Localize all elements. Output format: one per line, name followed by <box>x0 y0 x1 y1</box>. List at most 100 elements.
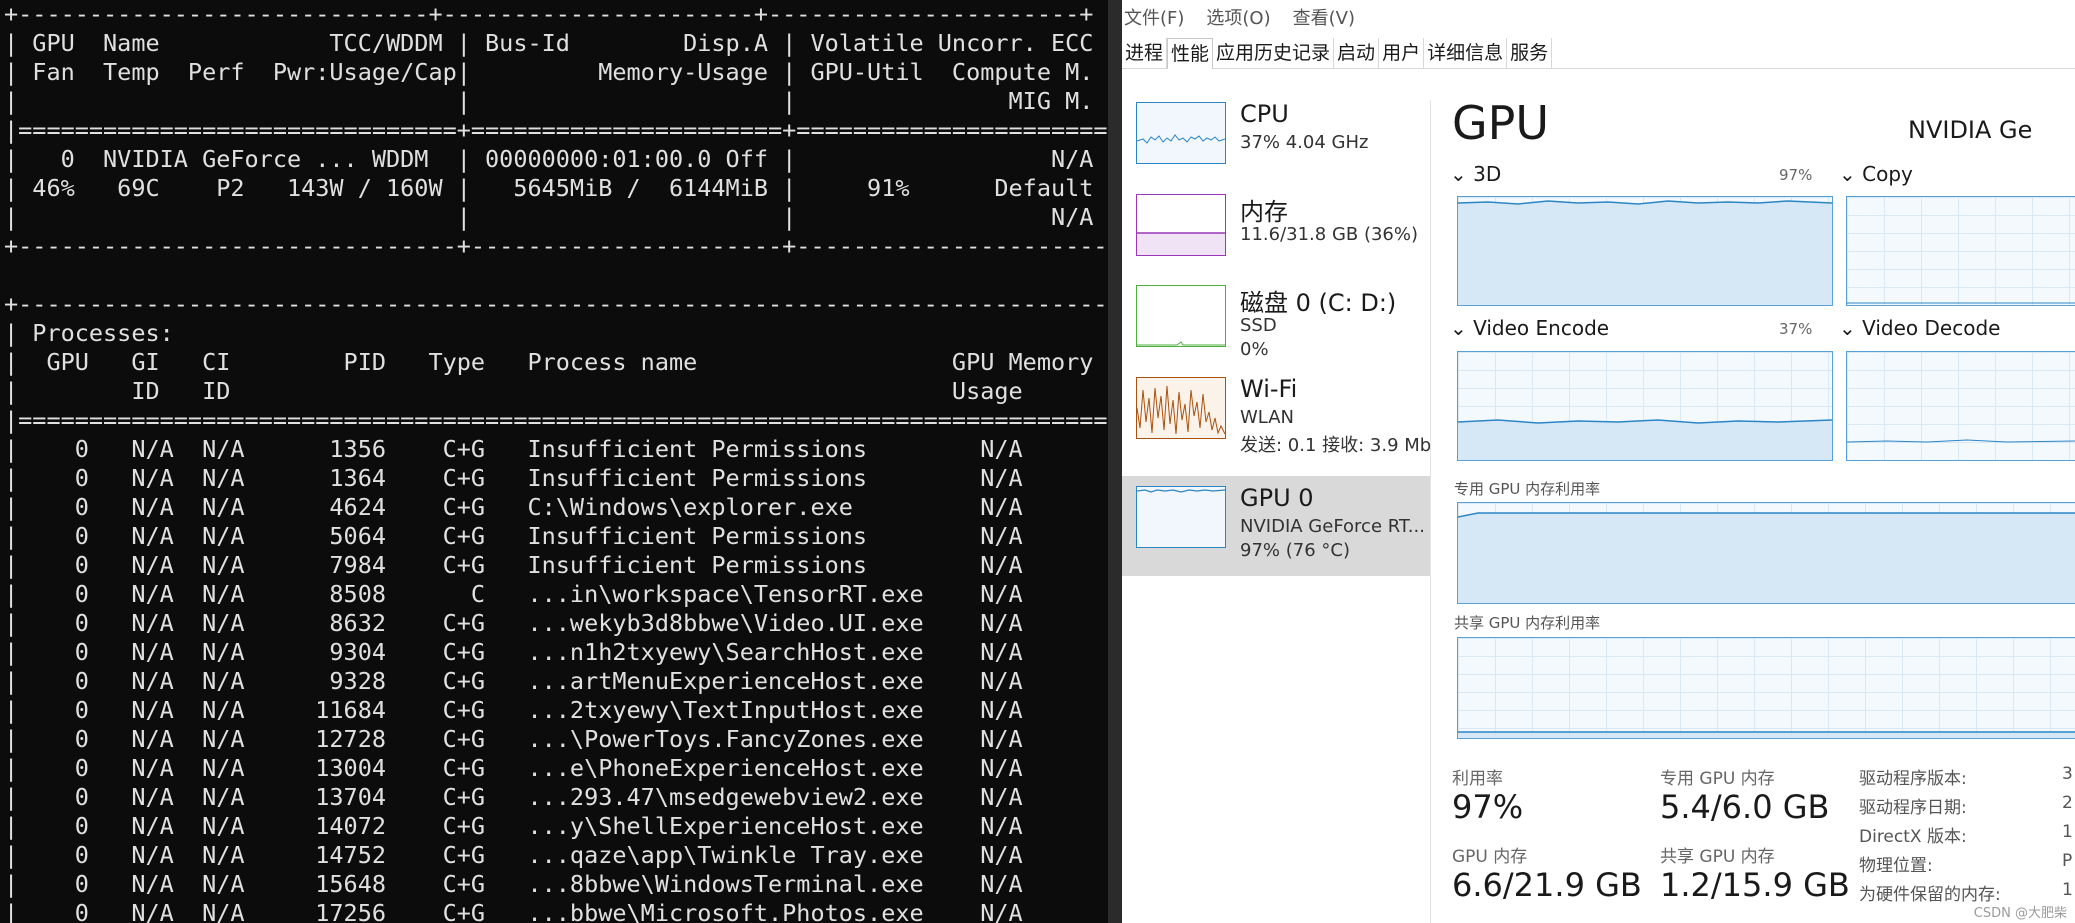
terminal-line: | 0 N/A N/A 1364 C+G Insufficient Permis… <box>4 464 1108 492</box>
cpu-thumbnail-graph <box>1136 102 1226 164</box>
gpu-model-name: NVIDIA Ge <box>1908 116 2033 144</box>
tab-users[interactable]: 用户 <box>1379 38 1425 68</box>
sidebar-item-gpu0[interactable]: GPU 0 NVIDIA GeForce RT... 97% (76 °C) <box>1122 476 1430 576</box>
stat-utilization-label: 利用率 <box>1452 769 1503 789</box>
engine-graph-video-encode <box>1457 351 1833 461</box>
dedicated-memory-graph <box>1457 502 2075 604</box>
terminal-line: | 0 N/A N/A 5064 C+G Insufficient Permis… <box>4 522 1108 550</box>
tab-details[interactable]: 详细信息 <box>1424 38 1508 68</box>
watermark: CSDN @大肥柴 <box>1973 906 2067 921</box>
sidebar-item-cpu[interactable]: CPU 37% 4.04 GHz <box>1122 92 1430 192</box>
engine-graph-copy <box>1846 196 2075 306</box>
terminal-window[interactable]: +-----------------------------+---------… <box>0 0 1108 923</box>
terminal-line: | 0 N/A N/A 11684 C+G ...2txyewy\TextInp… <box>4 696 1108 724</box>
info-reserved-value: 1 <box>2062 880 2073 900</box>
sidebar-item-label: 内存 <box>1240 198 1288 226</box>
terminal-line: +-----------------------------+---------… <box>4 0 1094 28</box>
sidebar-item-disk[interactable]: 磁盘 0 (C: D:) SSD 0% <box>1122 275 1430 375</box>
terminal-line: |=======================================… <box>4 406 1108 434</box>
terminal-line: | Processes: | <box>4 319 1108 347</box>
terminal-line: | GPU Name TCC/WDDM | Bus-Id Disp.A | Vo… <box>4 29 1108 57</box>
engine-selector-video-encode[interactable]: ⌄ Video Encode <box>1450 316 1609 340</box>
terminal-line: | 0 N/A N/A 12728 C+G ...\PowerToys.Fanc… <box>4 725 1108 753</box>
terminal-line: | 0 N/A N/A 9328 C+G ...artMenuExperienc… <box>4 667 1108 695</box>
terminal-line: | | | N/A | <box>4 203 1108 231</box>
sidebar-item-wifi[interactable]: Wi-Fi WLAN 发送: 0.1 接收: 3.9 Mb <box>1122 367 1432 467</box>
sidebar-item-detail: SSD <box>1240 315 1277 336</box>
terminal-line: | 0 N/A N/A 14072 C+G ...y\ShellExperien… <box>4 812 1108 840</box>
tab-services[interactable]: 服务 <box>1507 38 1553 68</box>
menu-options[interactable]: 选项(O) <box>1206 4 1270 30</box>
menu-bar: 文件(F) 选项(O) 查看(V) <box>1122 0 1375 34</box>
info-directx-label: DirectX 版本: <box>1859 827 1967 847</box>
chevron-down-icon: ⌄ <box>1450 162 1467 186</box>
engine-label: 3D <box>1473 162 1502 186</box>
chevron-down-icon: ⌄ <box>1839 316 1856 340</box>
terminal-line: | 0 N/A N/A 13704 C+G ...293.47\msedgewe… <box>4 783 1108 811</box>
sidebar-item-label: GPU 0 <box>1240 484 1314 512</box>
terminal-line: | 0 N/A N/A 15648 C+G ...8bbwe\WindowsTe… <box>4 870 1108 898</box>
terminal-line: | 0 NVIDIA GeForce ... WDDM | 00000000:0… <box>4 145 1108 173</box>
terminal-line: | 0 N/A N/A 14752 C+G ...qaze\app\Twinkl… <box>4 841 1108 869</box>
terminal-line: | 0 N/A N/A 4624 C+G C:\Windows\explorer… <box>4 493 1108 521</box>
disk-thumbnail-graph <box>1136 285 1226 347</box>
shared-memory-label: 共享 GPU 内存利用率 <box>1454 614 1601 632</box>
sidebar-item-detail-2: 0% <box>1240 339 1269 360</box>
info-location-value: P <box>2062 851 2073 871</box>
shared-memory-graph <box>1457 637 2075 739</box>
engine-percent: 97% <box>1779 166 1813 184</box>
tab-startup[interactable]: 启动 <box>1334 38 1380 68</box>
terminal-line: | | | MIG M. | <box>4 87 1108 115</box>
info-location-label: 物理位置: <box>1859 856 1933 876</box>
tab-app-history[interactable]: 应用历史记录 <box>1213 38 1335 68</box>
info-driver-version-label: 驱动程序版本: <box>1859 769 1967 789</box>
info-driver-date-label: 驱动程序日期: <box>1859 798 1967 818</box>
terminal-line: | ID ID Usage | <box>4 377 1108 405</box>
stat-utilization-value: 97% <box>1452 788 1524 826</box>
sidebar-item-detail: WLAN <box>1240 407 1295 428</box>
tab-processes[interactable]: 进程 <box>1122 38 1168 68</box>
tab-bar: 进程 性能 应用历史记录 启动 用户 详细信息 服务 <box>1122 37 2075 69</box>
terminal-line: | 0 N/A N/A 17256 C+G ...bbwe\Microsoft.… <box>4 899 1108 923</box>
terminal-line: |===============================+=======… <box>4 116 1108 144</box>
sidebar-separator <box>1430 100 1431 923</box>
memory-thumbnail-graph <box>1136 194 1226 256</box>
gpu-detail-panel: GPU NVIDIA Ge ⌄ 3D 97% ⌄ Copy ⌄ Video En… <box>1442 92 2075 923</box>
stat-shared-label: 共享 GPU 内存 <box>1660 847 1775 867</box>
terminal-line: | GPU GI CI PID Type Process name GPU Me… <box>4 348 1108 376</box>
info-driver-date-value: 2 <box>2062 793 2073 813</box>
engine-percent: 37% <box>1779 320 1813 338</box>
terminal-line: | 0 N/A N/A 9304 C+G ...n1h2txyewy\Searc… <box>4 638 1108 666</box>
task-manager-window: 文件(F) 选项(O) 查看(V) 进程 性能 应用历史记录 启动 用户 详细信… <box>1122 0 2075 923</box>
sidebar-item-detail-2: 97% (76 °C) <box>1240 540 1350 561</box>
stat-gpu-memory-value: 6.6/21.9 GB <box>1452 866 1642 904</box>
stat-dedicated-label: 专用 GPU 内存 <box>1660 769 1775 789</box>
info-directx-value: 1 <box>2062 822 2073 842</box>
engine-selector-video-decode[interactable]: ⌄ Video Decode <box>1839 316 2000 340</box>
sidebar-item-memory[interactable]: 内存 11.6/31.8 GB (36%) <box>1122 184 1430 284</box>
stat-gpu-memory-label: GPU 内存 <box>1452 847 1528 867</box>
sidebar-item-label: 磁盘 0 (C: D:) <box>1240 289 1397 317</box>
menu-file[interactable]: 文件(F) <box>1124 4 1184 30</box>
sidebar-item-detail-2: 发送: 0.1 接收: 3.9 Mb <box>1240 435 1432 456</box>
engine-graph-video-decode <box>1846 351 2075 461</box>
gpu-thumbnail-graph <box>1136 486 1226 548</box>
terminal-line: +-------------------------------+-------… <box>4 232 1108 260</box>
wifi-thumbnail-graph <box>1136 377 1226 439</box>
stat-dedicated-value: 5.4/6.0 GB <box>1660 788 1830 826</box>
engine-selector-copy[interactable]: ⌄ Copy <box>1839 162 1913 186</box>
menu-view[interactable]: 查看(V) <box>1293 4 1355 30</box>
terminal-line: | 0 N/A N/A 8632 C+G ...wekyb3d8bbwe\Vid… <box>4 609 1108 637</box>
info-driver-version-value: 3 <box>2062 764 2073 784</box>
engine-selector-3d[interactable]: ⌄ 3D <box>1450 162 1501 186</box>
tab-performance[interactable]: 性能 <box>1167 37 1214 69</box>
stat-shared-value: 1.2/15.9 GB <box>1660 866 1850 904</box>
terminal-line: | 0 N/A N/A 8508 C ...in\workspace\Tenso… <box>4 580 1108 608</box>
engine-label: Copy <box>1862 162 1913 186</box>
sidebar-item-detail: 37% 4.04 GHz <box>1240 132 1369 153</box>
terminal-line: +---------------------------------------… <box>4 290 1108 318</box>
terminal-line: | Fan Temp Perf Pwr:Usage/Cap| Memory-Us… <box>4 58 1108 86</box>
chevron-down-icon: ⌄ <box>1450 316 1467 340</box>
terminal-line: | 0 N/A N/A 13004 C+G ...e\PhoneExperien… <box>4 754 1108 782</box>
